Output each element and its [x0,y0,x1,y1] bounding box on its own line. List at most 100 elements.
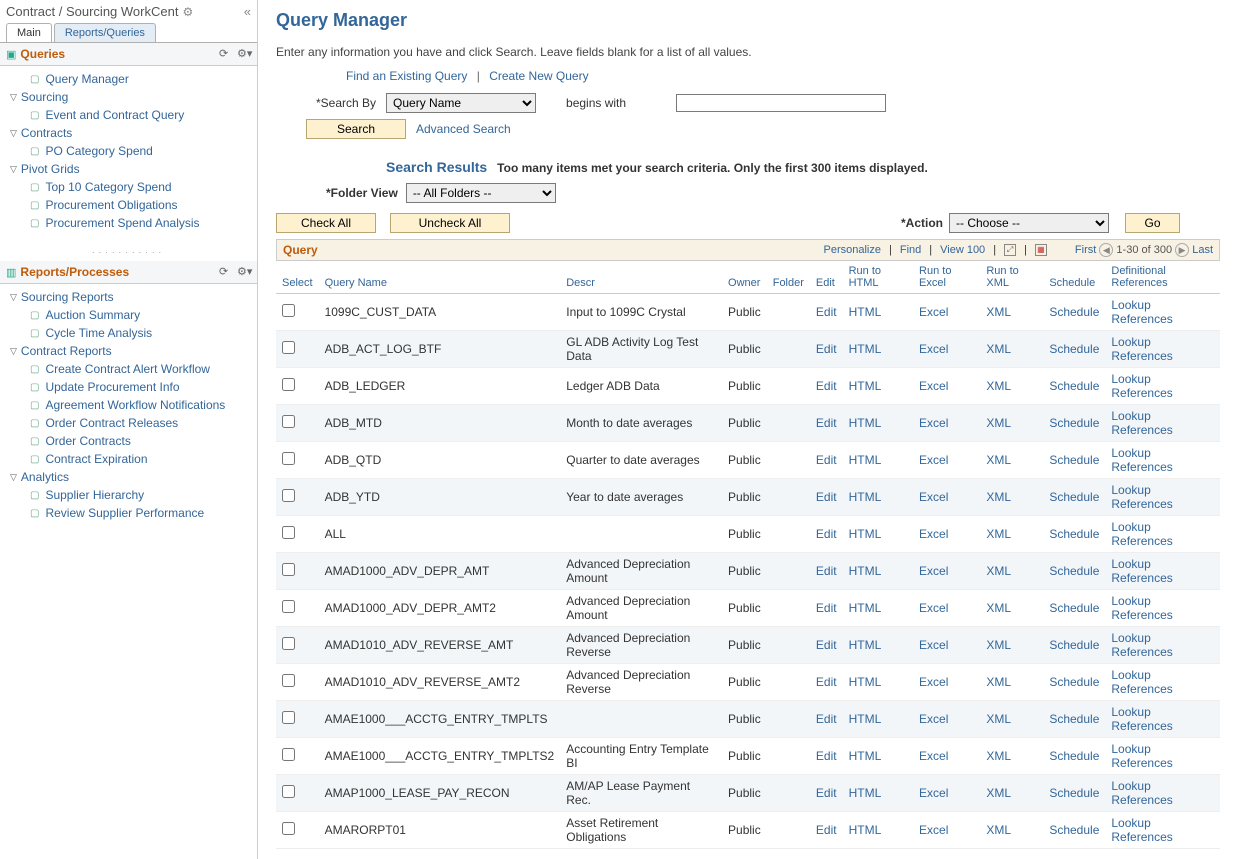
lookup-link[interactable]: Lookup References [1111,446,1172,474]
run-html-link[interactable]: HTML [849,527,882,541]
run-xml-link[interactable]: XML [986,342,1011,356]
personalize-link[interactable]: Personalize [824,244,881,256]
edit-link[interactable]: Edit [816,453,837,467]
run-html-link[interactable]: HTML [849,786,882,800]
folder-view-select[interactable]: -- All Folders -- [406,183,556,203]
run-html-link[interactable]: HTML [849,490,882,504]
find-existing-link[interactable]: Find an Existing Query [346,69,467,83]
tree-leaf[interactable]: ▢Order Contract Releases [4,414,257,432]
find-link[interactable]: Find [900,244,921,256]
edit-link[interactable]: Edit [816,564,837,578]
grid-download-icon[interactable]: ▦ [1035,244,1047,256]
schedule-link[interactable]: Schedule [1049,342,1099,356]
edit-link[interactable]: Edit [816,416,837,430]
row-checkbox[interactable] [282,748,295,761]
run-excel-link[interactable]: Excel [919,564,948,578]
schedule-link[interactable]: Schedule [1049,675,1099,689]
tree-group[interactable]: ▽Sourcing [4,88,257,106]
run-excel-link[interactable]: Excel [919,453,948,467]
run-excel-link[interactable]: Excel [919,490,948,504]
lookup-link[interactable]: Lookup References [1111,298,1172,326]
row-checkbox[interactable] [282,674,295,687]
next-arrow-icon[interactable]: ▶ [1175,243,1189,257]
lookup-link[interactable]: Lookup References [1111,483,1172,511]
row-checkbox[interactable] [282,637,295,650]
column-header[interactable]: Descr [560,261,722,294]
schedule-link[interactable]: Schedule [1049,416,1099,430]
lookup-link[interactable]: Lookup References [1111,742,1172,770]
schedule-link[interactable]: Schedule [1049,786,1099,800]
lookup-link[interactable]: Lookup References [1111,668,1172,696]
run-excel-link[interactable]: Excel [919,712,948,726]
run-xml-link[interactable]: XML [986,564,1011,578]
tree-group[interactable]: ▽Contracts [4,124,257,142]
first-link[interactable]: First [1075,244,1096,256]
row-checkbox[interactable] [282,563,295,576]
run-html-link[interactable]: HTML [849,305,882,319]
schedule-link[interactable]: Schedule [1049,712,1099,726]
column-header[interactable]: Query Name [319,261,561,294]
search-input[interactable] [676,94,886,112]
edit-link[interactable]: Edit [816,305,837,319]
run-xml-link[interactable]: XML [986,527,1011,541]
run-excel-link[interactable]: Excel [919,786,948,800]
tree-group[interactable]: ▽Contract Reports [4,342,257,360]
tree-leaf[interactable]: ▢Supplier Hierarchy [4,486,257,504]
run-html-link[interactable]: HTML [849,675,882,689]
tree-leaf[interactable]: ▢Review Supplier Performance [4,504,257,522]
run-html-link[interactable]: HTML [849,749,882,763]
schedule-link[interactable]: Schedule [1049,564,1099,578]
column-header[interactable]: Folder [767,261,810,294]
column-header[interactable]: Schedule [1043,261,1105,294]
row-checkbox[interactable] [282,341,295,354]
tab-main[interactable]: Main [6,23,52,42]
go-button[interactable]: Go [1125,213,1180,233]
edit-link[interactable]: Edit [816,823,837,837]
tree-leaf[interactable]: ▢Top 10 Category Spend [4,178,257,196]
lookup-link[interactable]: Lookup References [1111,409,1172,437]
row-checkbox[interactable] [282,785,295,798]
edit-link[interactable]: Edit [816,638,837,652]
row-checkbox[interactable] [282,415,295,428]
tree-group[interactable]: ▽Analytics [4,468,257,486]
column-header[interactable]: Run to Excel [913,261,980,294]
tree-leaf[interactable]: ▢Contract Expiration [4,450,257,468]
column-header[interactable]: Run to XML [980,261,1043,294]
settings-gear-icon-2[interactable]: ⚙▾ [237,265,251,279]
uncheck-all-button[interactable]: Uncheck All [390,213,510,233]
run-excel-link[interactable]: Excel [919,379,948,393]
schedule-link[interactable]: Schedule [1049,601,1099,615]
run-xml-link[interactable]: XML [986,638,1011,652]
run-xml-link[interactable]: XML [986,453,1011,467]
tab-reports-queries[interactable]: Reports/Queries [54,23,156,42]
run-xml-link[interactable]: XML [986,712,1011,726]
refresh-icon[interactable]: ⟳ [219,47,233,61]
schedule-link[interactable]: Schedule [1049,823,1099,837]
lookup-link[interactable]: Lookup References [1111,372,1172,400]
run-xml-link[interactable]: XML [986,490,1011,504]
collapse-icon[interactable]: « [244,4,251,19]
schedule-link[interactable]: Schedule [1049,453,1099,467]
row-checkbox[interactable] [282,526,295,539]
run-html-link[interactable]: HTML [849,823,882,837]
run-html-link[interactable]: HTML [849,601,882,615]
schedule-link[interactable]: Schedule [1049,490,1099,504]
last-link[interactable]: Last [1192,244,1213,256]
row-checkbox[interactable] [282,304,295,317]
schedule-link[interactable]: Schedule [1049,527,1099,541]
tree-leaf[interactable]: ▢Order Contracts [4,432,257,450]
run-xml-link[interactable]: XML [986,675,1011,689]
run-xml-link[interactable]: XML [986,379,1011,393]
create-new-link[interactable]: Create New Query [489,69,588,83]
edit-link[interactable]: Edit [816,490,837,504]
edit-link[interactable]: Edit [816,712,837,726]
schedule-link[interactable]: Schedule [1049,379,1099,393]
tree-leaf[interactable]: ▢Procurement Spend Analysis [4,214,257,232]
run-excel-link[interactable]: Excel [919,342,948,356]
view100-link[interactable]: View 100 [940,244,985,256]
column-header[interactable]: Owner [722,261,767,294]
column-header[interactable]: Select [276,261,319,294]
zoom-icon[interactable]: ⤢ [1004,244,1016,256]
tree-leaf[interactable]: ▢Auction Summary [4,306,257,324]
run-xml-link[interactable]: XML [986,305,1011,319]
